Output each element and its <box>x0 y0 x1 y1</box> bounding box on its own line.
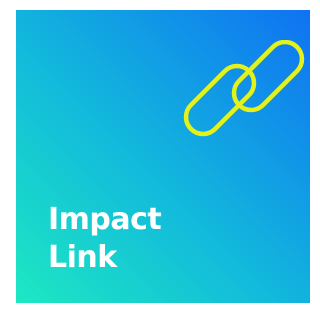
title-line-2: Link <box>48 240 117 275</box>
title-line-1: Impact <box>48 202 162 237</box>
chain-link-icon <box>183 40 305 137</box>
chain-link-upper <box>231 40 305 113</box>
impact-link-tile[interactable]: Impact Link <box>16 10 310 303</box>
tile-title: Impact Link <box>48 201 162 277</box>
